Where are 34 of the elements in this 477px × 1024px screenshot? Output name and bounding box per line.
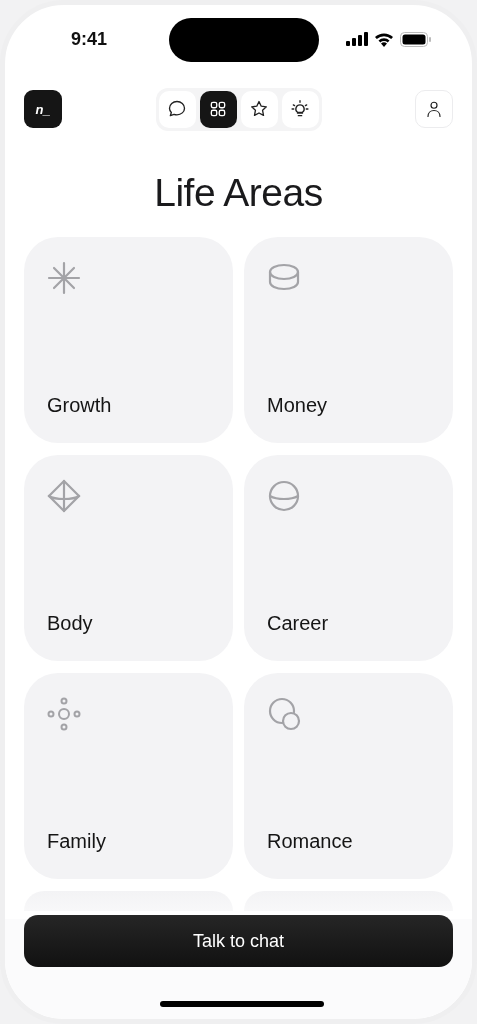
chat-bubble-tab[interactable] xyxy=(158,90,196,128)
wifi-icon xyxy=(374,31,394,47)
card-label: Family xyxy=(47,830,107,853)
card-label: Body xyxy=(47,612,94,635)
page-title: Life Areas xyxy=(153,171,324,215)
signal-icon xyxy=(346,32,368,46)
sparkle-icon xyxy=(47,261,81,295)
life-area-card[interactable]: Family xyxy=(24,673,233,879)
globe-icon xyxy=(267,479,301,513)
star-icon xyxy=(249,99,269,119)
lightbulb-tab[interactable] xyxy=(281,90,319,128)
talk-to-chat-button[interactable]: Talk to chat xyxy=(24,915,453,967)
person-icon xyxy=(425,100,443,118)
card-label: Career xyxy=(267,612,330,635)
life-area-card[interactable]: Growth xyxy=(24,237,233,443)
grid-icon xyxy=(208,99,228,119)
card-label: Money xyxy=(267,394,329,417)
life-area-card[interactable]: Money xyxy=(244,237,453,443)
life-area-card[interactable]: Career xyxy=(244,455,453,661)
overlapping-circles-icon xyxy=(267,697,301,731)
lightbulb-icon xyxy=(290,99,310,119)
card-label: Romance xyxy=(267,830,354,853)
chat-bubble-icon xyxy=(167,99,187,119)
life-area-card[interactable]: Romance xyxy=(244,673,453,879)
grid-tab[interactable] xyxy=(199,90,237,128)
dots-cross-icon xyxy=(47,697,81,731)
life-area-card[interactable]: Body xyxy=(24,455,233,661)
star-tab[interactable] xyxy=(240,90,278,128)
card-label: Growth xyxy=(47,394,113,417)
diamond-icon xyxy=(47,479,81,513)
profile-button[interactable] xyxy=(415,90,453,128)
app-logo[interactable]: n_ xyxy=(24,90,62,128)
status-time: 9:41 xyxy=(71,28,108,50)
battery-icon xyxy=(400,31,432,47)
